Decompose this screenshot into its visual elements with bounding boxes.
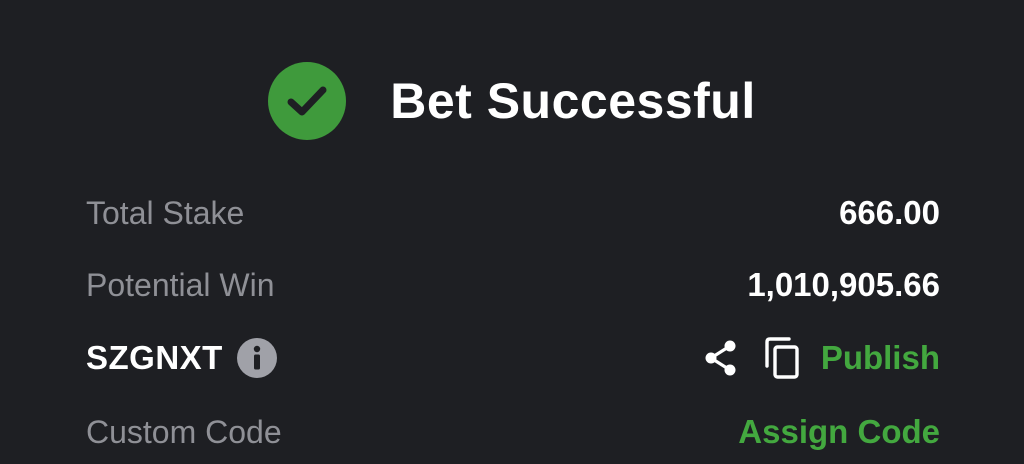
check-circle-icon (268, 62, 347, 140)
custom-code-row: Custom Code Assign Code (86, 407, 940, 457)
booking-actions: Publish (701, 336, 940, 380)
bet-confirmation-panel: Bet Successful Total Stake 666.00 Potent… (0, 0, 1024, 464)
potential-win-value: 1,010,905.66 (747, 266, 940, 303)
potential-win-label: Potential Win (86, 266, 275, 303)
total-stake-row: Total Stake 666.00 (86, 188, 940, 238)
total-stake-label: Total Stake (86, 194, 245, 231)
booking-code-row: SZGNXT Publish (86, 333, 940, 383)
info-icon[interactable] (236, 338, 277, 378)
assign-code-button[interactable]: Assign Code (738, 413, 940, 451)
share-glyph (705, 340, 736, 376)
booking-code-group: SZGNXT (86, 338, 277, 378)
share-icon[interactable] (701, 338, 741, 378)
copy-icon[interactable] (763, 336, 803, 380)
copy-glyph (765, 337, 799, 379)
publish-button[interactable]: Publish (821, 339, 940, 377)
total-stake-value: 666.00 (839, 194, 940, 231)
custom-code-label: Custom Code (86, 413, 282, 450)
potential-win-row: Potential Win 1,010,905.66 (86, 260, 940, 310)
checkmark-glyph (287, 86, 327, 116)
bet-status-header: Bet Successful (0, 62, 1024, 140)
page-title: Bet Successful (390, 73, 756, 129)
info-glyph (253, 345, 261, 370)
booking-code: SZGNXT (86, 339, 223, 376)
